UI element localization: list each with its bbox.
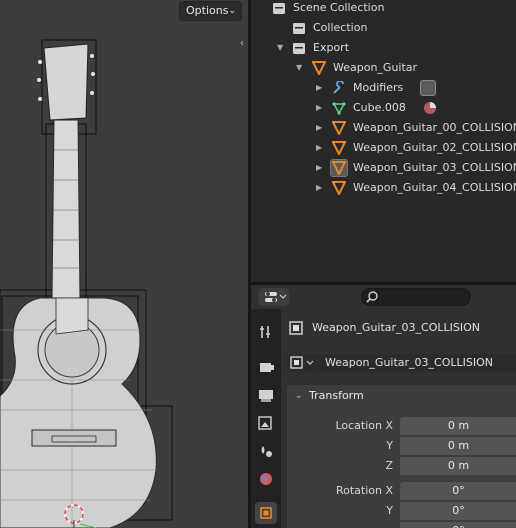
object-name-field[interactable]: Weapon_Guitar_03_COLLISION (319, 354, 516, 372)
outliner-row-cube-008[interactable]: ▶ Cube.008 (251, 98, 516, 118)
object-icon (260, 507, 272, 519)
rotation-x-field[interactable]: 0° (400, 482, 516, 500)
outliner-label: Export (313, 41, 350, 54)
outliner-row-weapon-guitar[interactable]: ▼ Weapon_Guitar (251, 58, 516, 78)
options-button[interactable]: Options ⌄ (179, 1, 242, 21)
outliner-row-scene-collection[interactable]: Scene Collection (251, 0, 516, 18)
3d-viewport[interactable]: Options ⌄ ‹ (0, 0, 248, 528)
modifier-icon[interactable] (420, 80, 436, 96)
collapsed-triangle-icon[interactable]: ▶ (316, 138, 322, 158)
property-label: Rotation X (335, 484, 393, 497)
object-tab[interactable] (255, 502, 277, 524)
chevron-down-icon: ⌄ (295, 391, 303, 401)
property-label: Z (385, 459, 393, 472)
transform-title: Transform (309, 389, 364, 402)
collection-icon (293, 43, 305, 54)
render-icon[interactable] (255, 356, 277, 378)
collapsed-triangle-icon[interactable]: ▶ (316, 78, 322, 98)
rotation-y-field[interactable]: 0° (400, 502, 516, 520)
mesh-object-icon (312, 61, 326, 75)
collapsed-triangle-icon[interactable]: ▶ (316, 178, 322, 198)
outliner-label: Collection (313, 21, 368, 34)
object-icon (290, 356, 314, 369)
object-icon (289, 321, 303, 335)
view-layer-icon[interactable] (255, 412, 277, 434)
editor-type-selector[interactable] (259, 288, 289, 306)
mesh-object-icon (332, 121, 346, 135)
outliner-row-export[interactable]: ▼ Export (251, 38, 516, 58)
scene-collection-icon (273, 3, 285, 14)
world-icon[interactable] (255, 468, 277, 490)
search-icon (366, 291, 378, 303)
datablock-browse-button[interactable] (287, 354, 319, 372)
outliner-row-collision-02[interactable]: ▶ Weapon_Guitar_02_COLLISION (251, 138, 516, 158)
rotation-x-row: Rotation X 0° (287, 482, 516, 500)
property-label: Y (386, 504, 393, 517)
properties-tab-bar (251, 309, 281, 528)
outliner-label: Weapon_Guitar_03_COLLISION (353, 161, 516, 174)
outliner-row-collision-04[interactable]: ▶ Weapon_Guitar_04_COLLISION (251, 178, 516, 198)
rotation-y-row: Y 0° (287, 502, 516, 520)
object-name-label: Weapon_Guitar_03_COLLISION (312, 321, 481, 334)
outliner-row-collision-03[interactable]: ▶ Weapon_Guitar_03_COLLISION (251, 158, 516, 178)
transform-panel: ⌄ Transform Location X 0 m Y 0 m Z 0 m R… (287, 385, 516, 528)
properties-editor-icon (265, 292, 287, 302)
outliner-label: Scene Collection (293, 1, 385, 14)
collapsed-triangle-icon[interactable]: ▶ (316, 118, 322, 138)
chevron-down-icon: ⌄ (228, 6, 236, 16)
collection-icon (293, 23, 305, 34)
mesh-object-icon (332, 181, 346, 195)
collapsed-triangle-icon[interactable]: ▶ (316, 158, 322, 178)
outliner-label: Cube.008 (353, 101, 406, 114)
guitar-model-view (0, 39, 173, 528)
outliner-row-modifiers[interactable]: ▶ Modifiers (251, 78, 516, 98)
sidebar-toggle-icon[interactable]: ‹ (240, 38, 244, 49)
collapsed-triangle-icon[interactable]: ▶ (316, 98, 322, 118)
property-label: Y (386, 439, 393, 452)
rotation-z-row: 0° (287, 522, 516, 528)
wrench-icon (333, 81, 344, 94)
property-label: Location X (335, 419, 393, 432)
properties-panel: Weapon_Guitar_03_COLLISION Weapon_Guitar… (251, 285, 516, 528)
mesh-object-icon (332, 161, 346, 175)
transform-panel-header[interactable]: ⌄ Transform (287, 385, 516, 407)
scene-icon[interactable] (255, 440, 277, 462)
outliner-label: Modifiers (353, 81, 404, 94)
tool-icon[interactable] (255, 321, 277, 343)
location-z-field[interactable]: 0 m (400, 457, 516, 475)
expanded-triangle-icon[interactable]: ▼ (277, 38, 283, 58)
search-input[interactable] (361, 288, 471, 306)
outliner-label: Weapon_Guitar_00_COLLISION (353, 121, 516, 134)
location-y-row: Y 0 m (287, 437, 516, 455)
outliner-panel: Scene Collection Collection ▼ Export ▼ W… (251, 0, 516, 282)
location-y-field[interactable]: 0 m (400, 437, 516, 455)
outliner-label: Weapon_Guitar_02_COLLISION (353, 141, 516, 154)
material-icon[interactable] (422, 100, 438, 116)
outliner-row-collision-00[interactable]: ▶ Weapon_Guitar_00_COLLISION (251, 118, 516, 138)
options-label: Options (186, 4, 229, 17)
outliner-label: Weapon_Guitar_04_COLLISION (353, 181, 516, 194)
object-name-row: Weapon_Guitar_03_COLLISION (287, 319, 480, 337)
location-x-field[interactable]: 0 m (400, 417, 516, 435)
outliner-row-collection[interactable]: Collection (251, 18, 516, 38)
outliner-label: Weapon_Guitar (333, 61, 418, 74)
location-z-row: Z 0 m (287, 457, 516, 475)
mesh-object-icon (332, 141, 346, 155)
object-datablock-row: Weapon_Guitar_03_COLLISION (287, 352, 516, 374)
location-x-row: Location X 0 m (287, 417, 516, 435)
expanded-triangle-icon[interactable]: ▼ (296, 58, 302, 78)
mesh-data-icon (332, 102, 346, 115)
output-icon[interactable] (255, 384, 277, 406)
rotation-z-field[interactable]: 0° (400, 522, 516, 528)
